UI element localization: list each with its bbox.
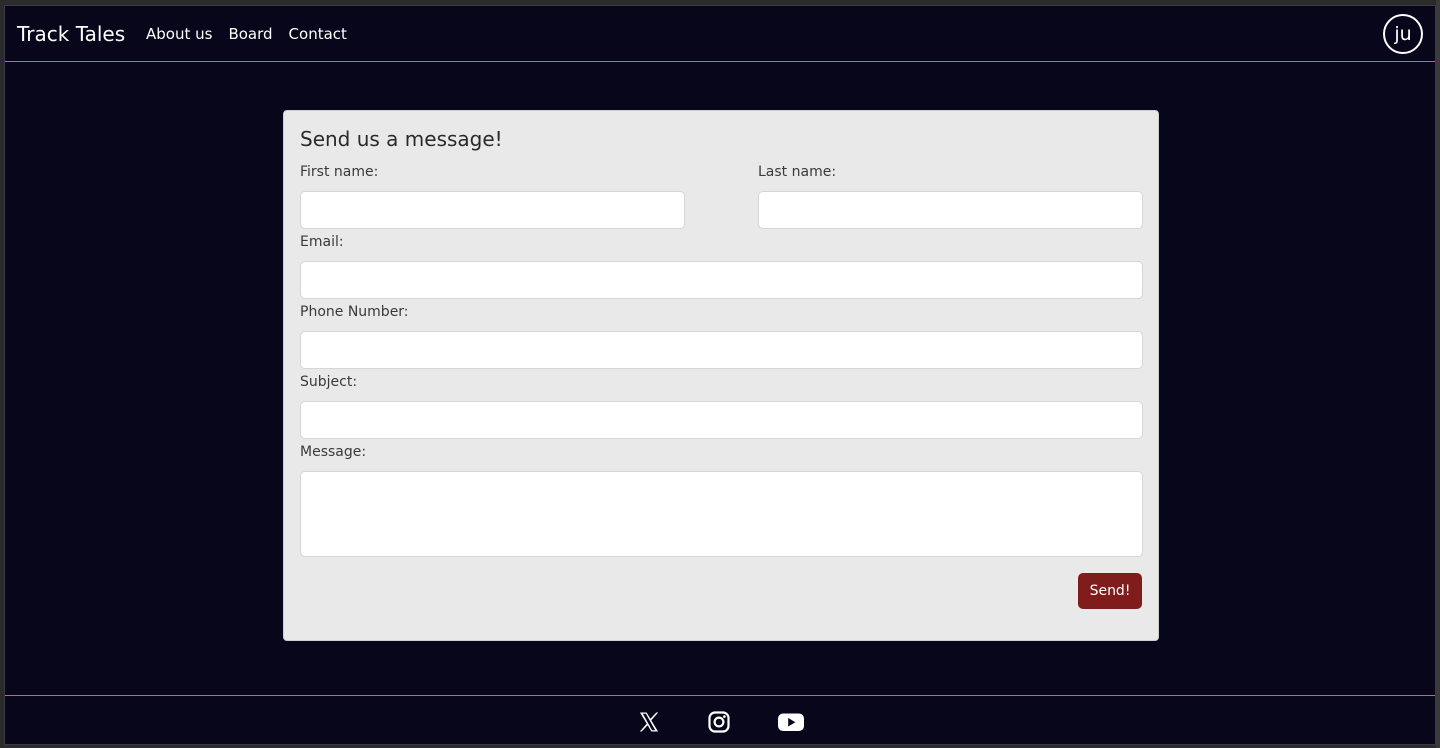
- email-label: Email:: [300, 234, 344, 250]
- nav-links: About us Board Contact: [146, 23, 347, 45]
- send-button[interactable]: Send!: [1078, 573, 1142, 609]
- x-twitter-icon[interactable]: [637, 710, 663, 736]
- subject-label: Subject:: [300, 374, 358, 390]
- nav-link-contact[interactable]: Contact: [289, 23, 347, 45]
- first-name-input[interactable]: [300, 191, 685, 229]
- last-name-input[interactable]: [758, 191, 1143, 229]
- message-label: Message:: [300, 444, 367, 460]
- subject-input[interactable]: [300, 401, 1143, 439]
- navbar: Track Tales About us Board Contact ju: [5, 6, 1435, 62]
- phone-label: Phone Number:: [300, 304, 409, 320]
- last-name-label: Last name:: [758, 164, 837, 180]
- footer: [5, 695, 1435, 744]
- first-name-label: First name:: [300, 164, 379, 180]
- user-avatar[interactable]: ju: [1383, 14, 1423, 54]
- phone-input[interactable]: [300, 331, 1143, 369]
- youtube-icon[interactable]: [777, 710, 804, 736]
- instagram-icon[interactable]: [707, 710, 733, 736]
- nav-link-board[interactable]: Board: [228, 23, 272, 45]
- brand-logo[interactable]: Track Tales: [17, 20, 125, 48]
- window-edge: [1436, 0, 1440, 748]
- form-title: Send us a message!: [300, 127, 503, 151]
- browser-viewport: Track Tales About us Board Contact ju Se…: [4, 5, 1436, 745]
- email-input[interactable]: [300, 261, 1143, 299]
- nav-link-about[interactable]: About us: [146, 23, 212, 45]
- message-textarea[interactable]: [300, 471, 1143, 557]
- contact-form-card: Send us a message! First name: Last name…: [283, 110, 1159, 641]
